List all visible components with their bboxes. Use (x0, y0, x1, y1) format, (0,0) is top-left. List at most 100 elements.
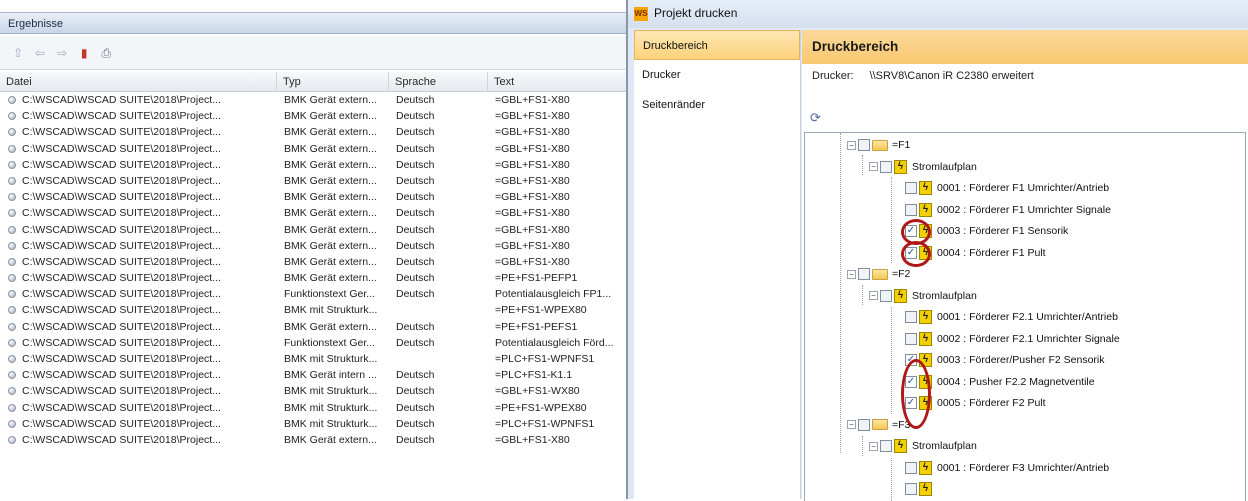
collapse-toggle-icon[interactable]: − (847, 420, 856, 430)
tree-folder-node[interactable]: − =F1 (847, 135, 910, 155)
cell-datei: C:\WSCAD\WSCAD SUITE\2018\Project... (22, 207, 221, 220)
tree-page-node[interactable]: ϟ 0002 : Förderer F2.1 Umrichter Signale (905, 329, 1120, 349)
column-header-typ[interactable]: Typ (277, 72, 389, 92)
tree-checkbox[interactable] (858, 418, 870, 431)
tree-checkbox[interactable] (905, 182, 917, 195)
table-row[interactable]: C:\WSCAD\WSCAD SUITE\2018\Project... BMK … (0, 302, 626, 318)
tree-checkbox[interactable] (905, 203, 917, 216)
table-row[interactable]: C:\WSCAD\WSCAD SUITE\2018\Project... Funk… (0, 286, 626, 302)
tree-page-node[interactable]: ϟ 0001 : Förderer F1 Umrichter/Antrieb (905, 178, 1109, 198)
tree-checkbox[interactable] (905, 483, 917, 496)
table-row[interactable]: C:\WSCAD\WSCAD SUITE\2018\Project... BMK … (0, 254, 626, 270)
tree-page-node[interactable]: ✓ ϟ 0003 : Förderer/Pusher F2 Sensorik (905, 350, 1105, 370)
tree-node-label: Stromlaufplan (912, 289, 977, 302)
cell-datei: C:\WSCAD\WSCAD SUITE\2018\Project... (22, 401, 221, 414)
tree-connector-line (862, 436, 863, 456)
table-row[interactable]: C:\WSCAD\WSCAD SUITE\2018\Project... BMK … (0, 383, 626, 399)
cell-text: =PE+FS1-WPEX80 (495, 304, 587, 317)
tree-group-node[interactable]: − ϟ Stromlaufplan (869, 436, 977, 456)
cell-sprache: Deutsch (396, 142, 435, 155)
cell-typ: BMK mit Strukturk... (284, 304, 378, 317)
arrow-left-icon[interactable]: ⇦ (32, 45, 48, 61)
table-row[interactable]: C:\WSCAD\WSCAD SUITE\2018\Project... BMK … (0, 400, 626, 416)
tree-group-node[interactable]: − ϟ Stromlaufplan (869, 157, 977, 177)
tree-connector-line (862, 155, 863, 175)
results-panel-title: Ergebnisse (0, 12, 626, 34)
tree-node-label: Stromlaufplan (912, 440, 977, 452)
tree-checkbox[interactable] (880, 289, 892, 302)
table-row[interactable]: C:\WSCAD\WSCAD SUITE\2018\Project... BMK … (0, 157, 626, 173)
tree-page-node[interactable]: ϟ 0002 : Förderer F1 Umrichter Signale (905, 200, 1111, 220)
collapse-toggle-icon[interactable]: − (869, 441, 878, 451)
result-item-icon (8, 435, 16, 444)
tree-checkbox[interactable] (858, 268, 870, 281)
arrow-right-icon[interactable]: ⇨ (54, 45, 70, 61)
wscad-app-icon: WS (634, 6, 648, 21)
nav-item-drucker[interactable]: Drucker (634, 60, 800, 90)
cell-typ: BMK Gerät extern... (284, 110, 377, 123)
tree-node-label: 0004 : Förderer F1 Pult (937, 246, 1046, 259)
cell-sprache: Deutsch (396, 158, 435, 171)
collapse-toggle-icon[interactable]: − (847, 269, 856, 279)
tree-checkbox[interactable] (880, 160, 892, 173)
cell-datei: C:\WSCAD\WSCAD SUITE\2018\Project... (22, 336, 221, 349)
cell-sprache: Deutsch (396, 369, 435, 382)
tree-page-node[interactable]: ✓ ϟ 0004 : Pusher F2.2 Magnetventile (905, 372, 1095, 392)
table-row[interactable]: C:\WSCAD\WSCAD SUITE\2018\Project... BMK … (0, 351, 626, 367)
collapse-toggle-icon[interactable]: − (869, 162, 878, 172)
tree-folder-node[interactable]: − =F2 (847, 264, 910, 284)
refresh-icon[interactable]: ⟳ (810, 110, 821, 126)
tree-checkbox[interactable] (905, 332, 917, 345)
tree-page-node[interactable]: ϟ (905, 479, 937, 499)
table-row[interactable]: C:\WSCAD\WSCAD SUITE\2018\Project... BMK … (0, 92, 626, 108)
collapse-toggle-icon[interactable]: − (847, 140, 856, 150)
print-icon[interactable]: ⎙ (98, 45, 114, 61)
table-row[interactable]: C:\WSCAD\WSCAD SUITE\2018\Project... BMK … (0, 319, 626, 335)
cell-text: =GBL+FS1-WX80 (495, 385, 580, 398)
pdf-export-icon[interactable]: ▮ (76, 45, 92, 61)
section-title: Druckbereich (802, 30, 1248, 64)
tree-page-node[interactable]: ϟ 0001 : Förderer F3 Umrichter/Antrieb (905, 458, 1109, 478)
cell-typ: BMK Gerät extern... (284, 272, 377, 285)
cell-datei: C:\WSCAD\WSCAD SUITE\2018\Project... (22, 433, 221, 446)
column-header-datei[interactable]: Datei (0, 72, 277, 92)
cell-datei: C:\WSCAD\WSCAD SUITE\2018\Project... (22, 239, 221, 252)
print-range-tree: − =F1 − ϟ Stromlaufplan ϟ 0001 : Förderer F1 U… (804, 132, 1246, 501)
result-item-icon (8, 176, 16, 185)
tree-node-label: 0003 : Förderer/Pusher F2 Sensorik (937, 354, 1105, 366)
arrow-up-icon[interactable]: ⇧ (10, 45, 26, 61)
table-row[interactable]: C:\WSCAD\WSCAD SUITE\2018\Project... BMK … (0, 367, 626, 383)
tree-group-node[interactable]: − ϟ Stromlaufplan (869, 286, 977, 306)
table-row[interactable]: C:\WSCAD\WSCAD SUITE\2018\Project... BMK … (0, 141, 626, 157)
result-item-icon (8, 193, 16, 202)
table-row[interactable]: C:\WSCAD\WSCAD SUITE\2018\Project... BMK … (0, 238, 626, 254)
table-row[interactable]: C:\WSCAD\WSCAD SUITE\2018\Project... BMK … (0, 189, 626, 205)
dialog-title: Projekt drucken (654, 6, 738, 20)
table-row[interactable]: C:\WSCAD\WSCAD SUITE\2018\Project... BMK … (0, 416, 626, 432)
column-header-text[interactable]: Text (488, 72, 626, 92)
table-row[interactable]: C:\WSCAD\WSCAD SUITE\2018\Project... Funk… (0, 335, 626, 351)
cell-typ: Funktionstext Ger... (284, 336, 376, 349)
tree-checkbox[interactable] (880, 440, 892, 453)
cell-text: =GBL+FS1-X80 (495, 223, 570, 236)
cell-typ: BMK mit Strukturk... (284, 401, 378, 414)
tree-checkbox[interactable] (905, 311, 917, 324)
table-row[interactable]: C:\WSCAD\WSCAD SUITE\2018\Project... BMK … (0, 124, 626, 140)
table-row[interactable]: C:\WSCAD\WSCAD SUITE\2018\Project... BMK … (0, 108, 626, 124)
nav-item-seitenraender[interactable]: Seitenränder (634, 90, 800, 120)
table-row[interactable]: C:\WSCAD\WSCAD SUITE\2018\Project... BMK … (0, 222, 626, 238)
collapse-toggle-icon[interactable]: − (869, 291, 878, 301)
table-row[interactable]: C:\WSCAD\WSCAD SUITE\2018\Project... BMK … (0, 432, 626, 448)
tree-checkbox[interactable] (905, 461, 917, 474)
cell-typ: BMK mit Strukturk... (284, 385, 378, 398)
result-item-icon (8, 322, 16, 331)
table-row[interactable]: C:\WSCAD\WSCAD SUITE\2018\Project... BMK … (0, 205, 626, 221)
table-row[interactable]: C:\WSCAD\WSCAD SUITE\2018\Project... BMK … (0, 270, 626, 286)
tree-folder-node[interactable]: − =F3 (847, 415, 910, 435)
tree-checkbox[interactable] (858, 139, 870, 152)
tree-page-node[interactable]: ϟ 0001 : Förderer F2.1 Umrichter/Antrieb (905, 307, 1118, 327)
cell-datei: C:\WSCAD\WSCAD SUITE\2018\Project... (22, 288, 221, 301)
column-header-sprache[interactable]: Sprache (389, 72, 488, 92)
nav-item-druckbereich[interactable]: Druckbereich (634, 30, 800, 60)
table-row[interactable]: C:\WSCAD\WSCAD SUITE\2018\Project... BMK … (0, 173, 626, 189)
